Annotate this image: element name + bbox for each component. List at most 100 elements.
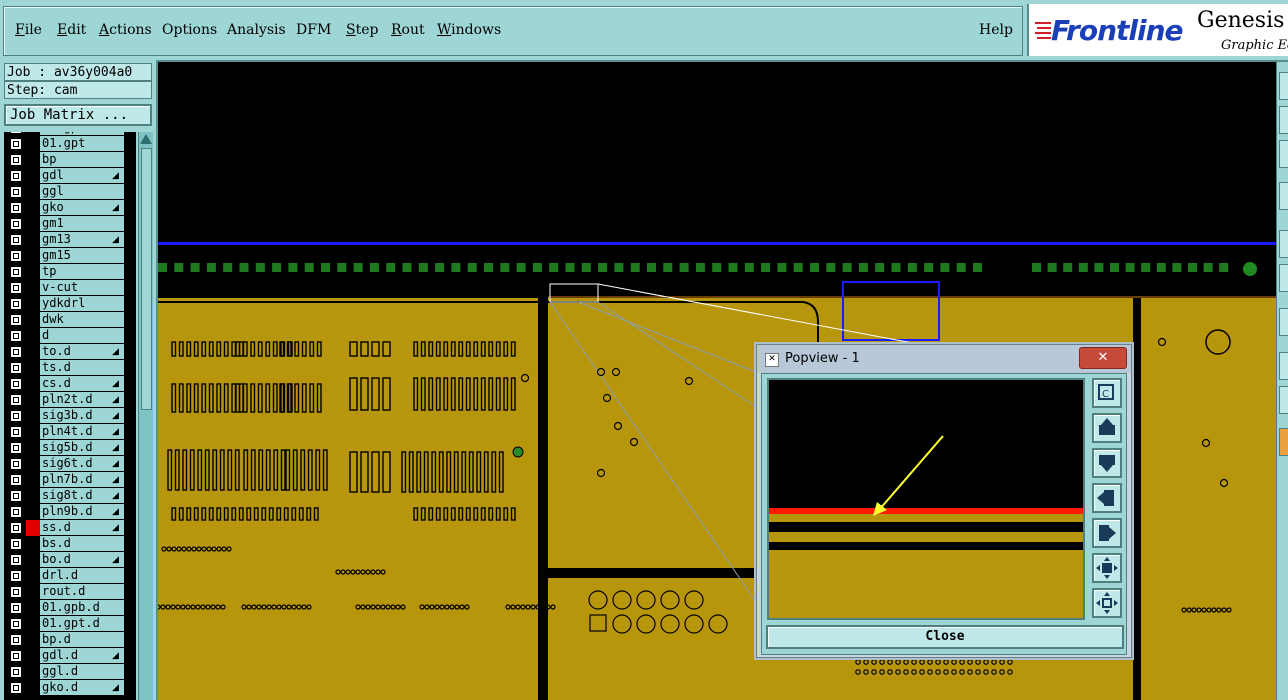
layer-name[interactable]: bp.d bbox=[40, 632, 124, 647]
layer-color-swatch[interactable] bbox=[26, 632, 40, 648]
layer-checkbox[interactable] bbox=[10, 506, 22, 518]
layer-checkbox[interactable] bbox=[10, 586, 22, 598]
layer-color-swatch[interactable] bbox=[26, 312, 40, 328]
toolbar-button[interactable] bbox=[1279, 264, 1288, 292]
layer-row[interactable]: gdl ◢ bbox=[4, 168, 136, 184]
layer-row[interactable]: ydkdrl bbox=[4, 296, 136, 312]
pan-left-icon[interactable] bbox=[1092, 483, 1122, 513]
layer-color-swatch[interactable] bbox=[26, 472, 40, 488]
layer-name[interactable]: drl.d bbox=[40, 568, 124, 583]
layer-color-swatch[interactable] bbox=[26, 440, 40, 456]
layer-color-swatch[interactable] bbox=[26, 424, 40, 440]
scroll-thumb[interactable] bbox=[141, 148, 152, 410]
layer-checkbox[interactable] bbox=[10, 132, 22, 134]
layer-row[interactable]: pln7b.d ◢ bbox=[4, 472, 136, 488]
layer-name[interactable]: gm1 bbox=[40, 216, 124, 231]
layer-row[interactable]: sig6t.d ◢ bbox=[4, 456, 136, 472]
layer-row[interactable]: gko ◢ bbox=[4, 200, 136, 216]
layer-name[interactable]: 01.gpt bbox=[40, 136, 124, 151]
layer-row[interactable]: sig3b.d ◢ bbox=[4, 408, 136, 424]
layer-checkbox[interactable] bbox=[10, 682, 22, 694]
menu-file[interactable]: File bbox=[15, 22, 42, 38]
layer-color-swatch[interactable] bbox=[26, 616, 40, 632]
layer-checkbox[interactable] bbox=[10, 538, 22, 550]
layer-row[interactable]: pln4t.d ◢ bbox=[4, 424, 136, 440]
layer-checkbox[interactable] bbox=[10, 666, 22, 678]
layer-row[interactable]: sig8t.d ◢ bbox=[4, 488, 136, 504]
layer-color-swatch[interactable] bbox=[26, 168, 40, 184]
scroll-up-icon[interactable] bbox=[140, 134, 152, 144]
layer-color-swatch[interactable] bbox=[26, 376, 40, 392]
layer-color-swatch[interactable] bbox=[26, 200, 40, 216]
layer-row[interactable]: gko.d ◢ bbox=[4, 680, 136, 696]
layer-checkbox[interactable] bbox=[10, 330, 22, 342]
layer-name[interactable]: 01.gpt.d bbox=[40, 616, 124, 631]
layer-row[interactable]: bo.d ◢ bbox=[4, 552, 136, 568]
layer-checkbox[interactable] bbox=[10, 634, 22, 646]
layer-color-swatch[interactable] bbox=[26, 136, 40, 152]
menu-analysis[interactable]: Analysis bbox=[227, 22, 286, 38]
zoom-fit-icon[interactable] bbox=[1092, 553, 1122, 583]
layer-checkbox[interactable] bbox=[10, 618, 22, 630]
popview-titlebar[interactable]: ✕ Popview - 1 ✕ bbox=[757, 345, 1131, 373]
layer-checkbox[interactable] bbox=[10, 186, 22, 198]
layer-checkbox[interactable] bbox=[10, 362, 22, 374]
layer-checkbox[interactable] bbox=[10, 554, 22, 566]
layer-name[interactable]: gm15 bbox=[40, 248, 124, 263]
layer-color-swatch[interactable] bbox=[26, 328, 40, 344]
layer-checkbox[interactable] bbox=[10, 394, 22, 406]
layer-color-swatch[interactable] bbox=[26, 344, 40, 360]
layer-color-swatch[interactable] bbox=[26, 232, 40, 248]
layer-color-swatch[interactable] bbox=[26, 600, 40, 616]
layer-name[interactable]: ydkdrl bbox=[40, 296, 124, 311]
pan-right-icon[interactable] bbox=[1092, 518, 1122, 548]
layer-row[interactable]: gm15 bbox=[4, 248, 136, 264]
layer-name[interactable]: d bbox=[40, 328, 124, 343]
layer-color-swatch[interactable] bbox=[26, 264, 40, 280]
layer-checkbox[interactable] bbox=[10, 570, 22, 582]
job-matrix-button[interactable]: Job Matrix ... bbox=[4, 104, 152, 126]
layer-checkbox[interactable] bbox=[10, 490, 22, 502]
layer-checkbox[interactable] bbox=[10, 522, 22, 534]
toolbar-button[interactable] bbox=[1279, 428, 1288, 456]
toolbar-button[interactable] bbox=[1279, 182, 1288, 210]
layer-row[interactable]: dwk bbox=[4, 312, 136, 328]
menu-options[interactable]: Options bbox=[162, 22, 217, 38]
toolbar-button[interactable] bbox=[1279, 308, 1288, 336]
layer-checkbox[interactable] bbox=[10, 650, 22, 662]
layer-checkbox[interactable] bbox=[10, 202, 22, 214]
layer-name[interactable]: ts.d bbox=[40, 360, 124, 375]
popview-close-button[interactable]: Close bbox=[766, 625, 1124, 649]
layer-color-swatch[interactable] bbox=[26, 296, 40, 312]
menu-windows[interactable]: Windows bbox=[437, 22, 501, 38]
zoom-home-icon[interactable]: C bbox=[1092, 378, 1122, 408]
layer-row[interactable]: 01.gpb.d bbox=[4, 600, 136, 616]
layer-checkbox[interactable] bbox=[10, 266, 22, 278]
layer-color-swatch[interactable] bbox=[26, 584, 40, 600]
layer-checkbox[interactable] bbox=[10, 298, 22, 310]
layer-row[interactable]: v-cut bbox=[4, 280, 136, 296]
menu-rout[interactable]: Rout bbox=[391, 22, 425, 38]
layer-scrollbar[interactable] bbox=[138, 132, 153, 700]
layer-row[interactable]: gdl.d ◢ bbox=[4, 648, 136, 664]
layer-checkbox[interactable] bbox=[10, 410, 22, 422]
toolbar-button[interactable] bbox=[1279, 140, 1288, 168]
layer-name[interactable]: tp bbox=[40, 264, 124, 279]
menu-step[interactable]: Step bbox=[346, 22, 378, 38]
layer-checkbox[interactable] bbox=[10, 426, 22, 438]
pan-down-icon[interactable] bbox=[1092, 448, 1122, 478]
layer-name[interactable]: ggl.d bbox=[40, 664, 124, 679]
toolbar-button[interactable] bbox=[1279, 352, 1288, 380]
layer-checkbox[interactable] bbox=[10, 250, 22, 262]
layer-row[interactable]: d bbox=[4, 328, 136, 344]
layer-color-swatch[interactable] bbox=[26, 488, 40, 504]
layer-row[interactable]: 01.gpt.d bbox=[4, 616, 136, 632]
layer-row[interactable]: 01.gpt bbox=[4, 136, 136, 152]
toolbar-button[interactable] bbox=[1279, 386, 1288, 414]
layer-name[interactable]: bs.d bbox=[40, 536, 124, 551]
layer-color-swatch[interactable] bbox=[26, 664, 40, 680]
layer-name[interactable]: 01.gpb.d bbox=[40, 600, 124, 615]
layer-name[interactable]: rout.d bbox=[40, 584, 124, 599]
layer-row[interactable]: gm13 ◢ bbox=[4, 232, 136, 248]
layer-row[interactable]: gm1 bbox=[4, 216, 136, 232]
